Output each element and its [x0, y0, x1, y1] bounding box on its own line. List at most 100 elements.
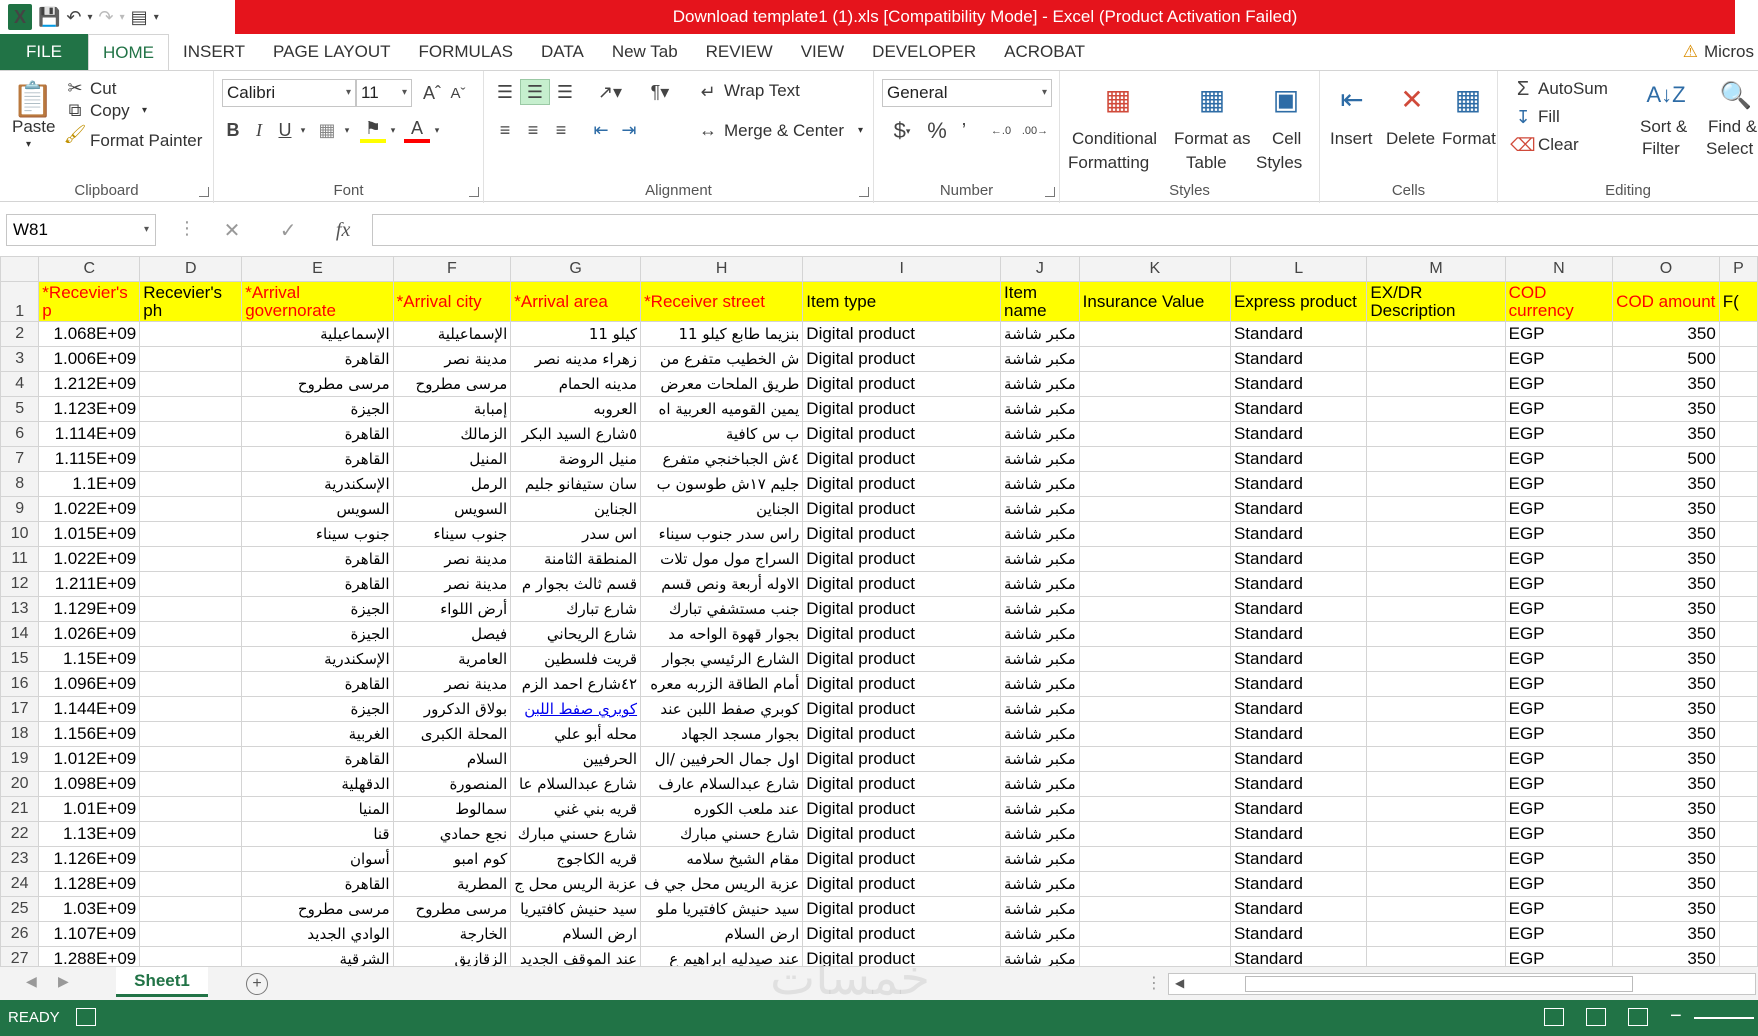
cell-arrival-area[interactable]: شارع عبدالسلام عا [510, 771, 642, 797]
cell-cod-amount[interactable]: 350 [1612, 646, 1720, 672]
tab-formulas[interactable]: FORMULAS [405, 34, 527, 70]
find-select-line2[interactable]: Select [1706, 139, 1753, 159]
align-center-icon[interactable]: ≡ [520, 117, 546, 143]
number-format-dropdown-icon[interactable]: ▾ [1042, 80, 1047, 106]
cell-cod-amount[interactable]: 350 [1612, 846, 1720, 872]
cell-arrival-city[interactable]: المحلة الكبرى [392, 721, 512, 747]
cell-express-product[interactable]: Standard [1229, 721, 1368, 747]
cell-receiver-phone[interactable]: 1.15E+09 [38, 646, 141, 672]
cell-item-name[interactable]: مكبر شاشة [1000, 846, 1080, 872]
conditional-formatting-line1[interactable]: Conditional [1072, 129, 1157, 149]
tab-home[interactable]: HOME [88, 34, 169, 70]
row-header[interactable]: 12 [0, 571, 40, 597]
cell-cod-amount[interactable]: 350 [1612, 371, 1720, 397]
cell-cod-currency[interactable]: EGP [1504, 821, 1614, 847]
cell-express-product[interactable]: Standard [1229, 646, 1368, 672]
decrease-font-icon[interactable]: Aˇ [446, 79, 470, 107]
cell-cod-currency[interactable]: EGP [1504, 671, 1614, 697]
row-header[interactable]: 20 [0, 771, 40, 797]
cell-receiver-phone[interactable]: 1.211E+09 [38, 571, 141, 597]
tab-insert[interactable]: INSERT [169, 34, 259, 70]
cell-cod-amount[interactable]: 350 [1612, 521, 1720, 547]
cell-item-type[interactable]: Digital product [802, 521, 1002, 547]
cell-arrival-governorate[interactable]: المنيا [241, 796, 394, 822]
cell-exdr-description[interactable] [1366, 771, 1506, 797]
cell-insurance-value[interactable] [1078, 371, 1231, 397]
row-header[interactable]: 25 [0, 896, 40, 922]
cell-p[interactable] [1718, 546, 1758, 572]
orientation-icon[interactable]: ↗▾ [590, 79, 630, 105]
cell-arrival-area[interactable]: محله أبو علي [510, 721, 642, 747]
insert-function-icon[interactable]: fx [336, 219, 350, 242]
cell-receiver-street[interactable]: ش الخطيب متفرع من [640, 346, 804, 372]
cell-cod-amount[interactable]: 350 [1612, 896, 1720, 922]
cell-arrival-governorate[interactable]: القاهرة [241, 421, 394, 447]
cell-receiver-phone2[interactable] [139, 946, 243, 966]
align-middle-icon[interactable]: ☰ [520, 79, 550, 105]
cell-insurance-value[interactable] [1078, 421, 1231, 447]
horizontal-scrollbar[interactable]: ◀ [1168, 973, 1756, 995]
cell-insurance-value[interactable] [1078, 696, 1231, 722]
cell-receiver-street[interactable]: الاوله أربعة ونص قسم [640, 571, 804, 597]
cell-cod-currency[interactable]: EGP [1504, 921, 1614, 947]
cell-insurance-value[interactable] [1078, 521, 1231, 547]
zoom-slider[interactable] [1694, 1017, 1754, 1019]
currency-icon[interactable]: $ ▾ [882, 117, 922, 145]
column-header-m[interactable]: M [1366, 256, 1506, 282]
cell-exdr-description[interactable] [1366, 696, 1506, 722]
cell-cod-currency[interactable]: EGP [1504, 896, 1614, 922]
cell-arrival-city[interactable]: نجع حمادي [392, 821, 512, 847]
cell-express-product[interactable]: Standard [1229, 396, 1368, 422]
cell-arrival-city[interactable]: المطرية [392, 871, 512, 897]
cell-cod-currency[interactable]: EGP [1504, 396, 1614, 422]
cell-receiver-phone2[interactable] [139, 921, 243, 947]
row-header[interactable]: 2 [0, 321, 40, 347]
cell-item-type[interactable]: Digital product [802, 571, 1002, 597]
find-select-line1[interactable]: Find & [1708, 117, 1757, 137]
underline-dropdown-icon[interactable]: ▾ [298, 117, 308, 143]
cell-arrival-city[interactable]: فيصل [392, 621, 512, 647]
cell-cod-currency[interactable]: EGP [1504, 621, 1614, 647]
cell-arrival-city[interactable]: الخارجة [392, 921, 512, 947]
font-size-box[interactable]: 11 ▾ [356, 79, 412, 107]
cell-receiver-phone[interactable]: 1.288E+09 [38, 946, 141, 966]
row-header[interactable]: 15 [0, 646, 40, 672]
increase-font-icon[interactable]: Aˆ [420, 79, 444, 107]
number-launcher-icon[interactable] [1045, 187, 1055, 197]
wrap-text-button[interactable]: Wrap Text [724, 81, 800, 101]
column-header-l[interactable]: L [1229, 256, 1368, 282]
cell-cod-amount[interactable]: 350 [1612, 821, 1720, 847]
cell-p[interactable] [1718, 696, 1758, 722]
column-header-p[interactable]: P [1718, 256, 1758, 282]
cell-exdr-description[interactable] [1366, 821, 1506, 847]
cell-cod-amount[interactable]: 350 [1612, 871, 1720, 897]
row-header[interactable]: 7 [0, 446, 40, 472]
cell-arrival-city[interactable]: بولاق الدكرور [392, 696, 512, 722]
tab-split-grip-icon[interactable]: ⋮ [1146, 973, 1162, 993]
cell-p[interactable] [1718, 571, 1758, 597]
delete-cells-button[interactable]: Delete [1386, 129, 1435, 149]
cell-receiver-street[interactable]: راس سدر جنوب سيناء [640, 521, 804, 547]
cell-exdr-description[interactable] [1366, 946, 1506, 966]
cell-item-type[interactable]: Digital product [802, 471, 1002, 497]
cell-cod-amount[interactable]: 350 [1612, 696, 1720, 722]
column-header-c[interactable]: C [38, 256, 141, 282]
header-cell-cod-currency[interactable]: COD currency [1504, 281, 1614, 322]
cell-cod-currency[interactable]: EGP [1504, 346, 1614, 372]
cell-arrival-area[interactable]: شارع حسني مبارك [510, 821, 642, 847]
column-header-k[interactable]: K [1078, 256, 1231, 282]
cell-p[interactable] [1718, 771, 1758, 797]
cell-arrival-area[interactable]: قسم ثالث بجوار م [510, 571, 642, 597]
italic-icon[interactable]: I [248, 117, 270, 143]
cell-item-type[interactable]: Digital product [802, 371, 1002, 397]
cell-item-name[interactable]: مكبر شاشة [1000, 596, 1080, 622]
cell-p[interactable] [1718, 921, 1758, 947]
cell-arrival-area[interactable]: العروبه [510, 396, 642, 422]
undo-icon[interactable]: ↶ [66, 4, 81, 30]
zoom-out-icon[interactable]: − [1670, 1005, 1682, 1028]
fill-button[interactable]: Fill [1538, 107, 1560, 127]
cell-arrival-governorate[interactable]: القاهرة [241, 546, 394, 572]
cell-express-product[interactable]: Standard [1229, 421, 1368, 447]
cell-item-type[interactable]: Digital product [802, 621, 1002, 647]
cell-exdr-description[interactable] [1366, 896, 1506, 922]
